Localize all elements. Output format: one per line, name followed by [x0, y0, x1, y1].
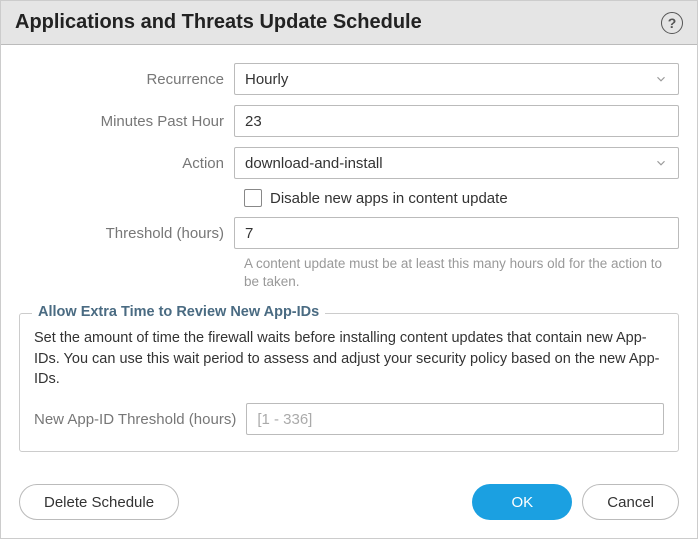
fieldset-desc: Set the amount of time the firewall wait…	[34, 328, 664, 389]
action-select[interactable]: download-and-install	[234, 147, 679, 179]
threshold-help: A content update must be at least this m…	[19, 255, 679, 291]
recurrence-select[interactable]: Hourly	[234, 63, 679, 95]
action-value: download-and-install	[245, 155, 383, 172]
recurrence-row: Recurrence Hourly	[19, 63, 679, 95]
recurrence-label: Recurrence	[19, 71, 234, 88]
threshold-label: Threshold (hours)	[19, 225, 234, 242]
minutes-row: Minutes Past Hour	[19, 105, 679, 137]
dialog: Applications and Threats Update Schedule…	[0, 0, 698, 539]
footer: Delete Schedule OK Cancel	[1, 468, 697, 538]
review-fieldset: Allow Extra Time to Review New App-IDs S…	[19, 313, 679, 452]
fieldset-legend: Allow Extra Time to Review New App-IDs	[32, 304, 325, 320]
help-icon[interactable]: ?	[661, 12, 683, 34]
disable-new-apps-checkbox[interactable]	[244, 189, 262, 207]
chevron-down-icon	[654, 156, 668, 170]
minutes-input[interactable]	[234, 105, 679, 137]
new-appid-input[interactable]	[246, 403, 664, 435]
dialog-title: Applications and Threats Update Schedule	[15, 11, 422, 34]
footer-right: OK Cancel	[472, 484, 679, 520]
dialog-header: Applications and Threats Update Schedule…	[1, 1, 697, 45]
chevron-down-icon	[654, 72, 668, 86]
form: Recurrence Hourly Minutes Past Hour Acti…	[1, 45, 697, 313]
threshold-input[interactable]	[234, 217, 679, 249]
new-appid-label: New App-ID Threshold (hours)	[34, 411, 236, 428]
action-label: Action	[19, 155, 234, 172]
new-appid-row: New App-ID Threshold (hours)	[34, 403, 664, 435]
action-row: Action download-and-install	[19, 147, 679, 179]
ok-button[interactable]: OK	[472, 484, 572, 520]
disable-new-apps-label: Disable new apps in content update	[270, 190, 508, 207]
delete-schedule-button[interactable]: Delete Schedule	[19, 484, 179, 520]
disable-new-apps-row: Disable new apps in content update	[19, 189, 679, 207]
recurrence-value: Hourly	[245, 71, 288, 88]
cancel-button[interactable]: Cancel	[582, 484, 679, 520]
threshold-row: Threshold (hours)	[19, 217, 679, 249]
minutes-label: Minutes Past Hour	[19, 113, 234, 130]
